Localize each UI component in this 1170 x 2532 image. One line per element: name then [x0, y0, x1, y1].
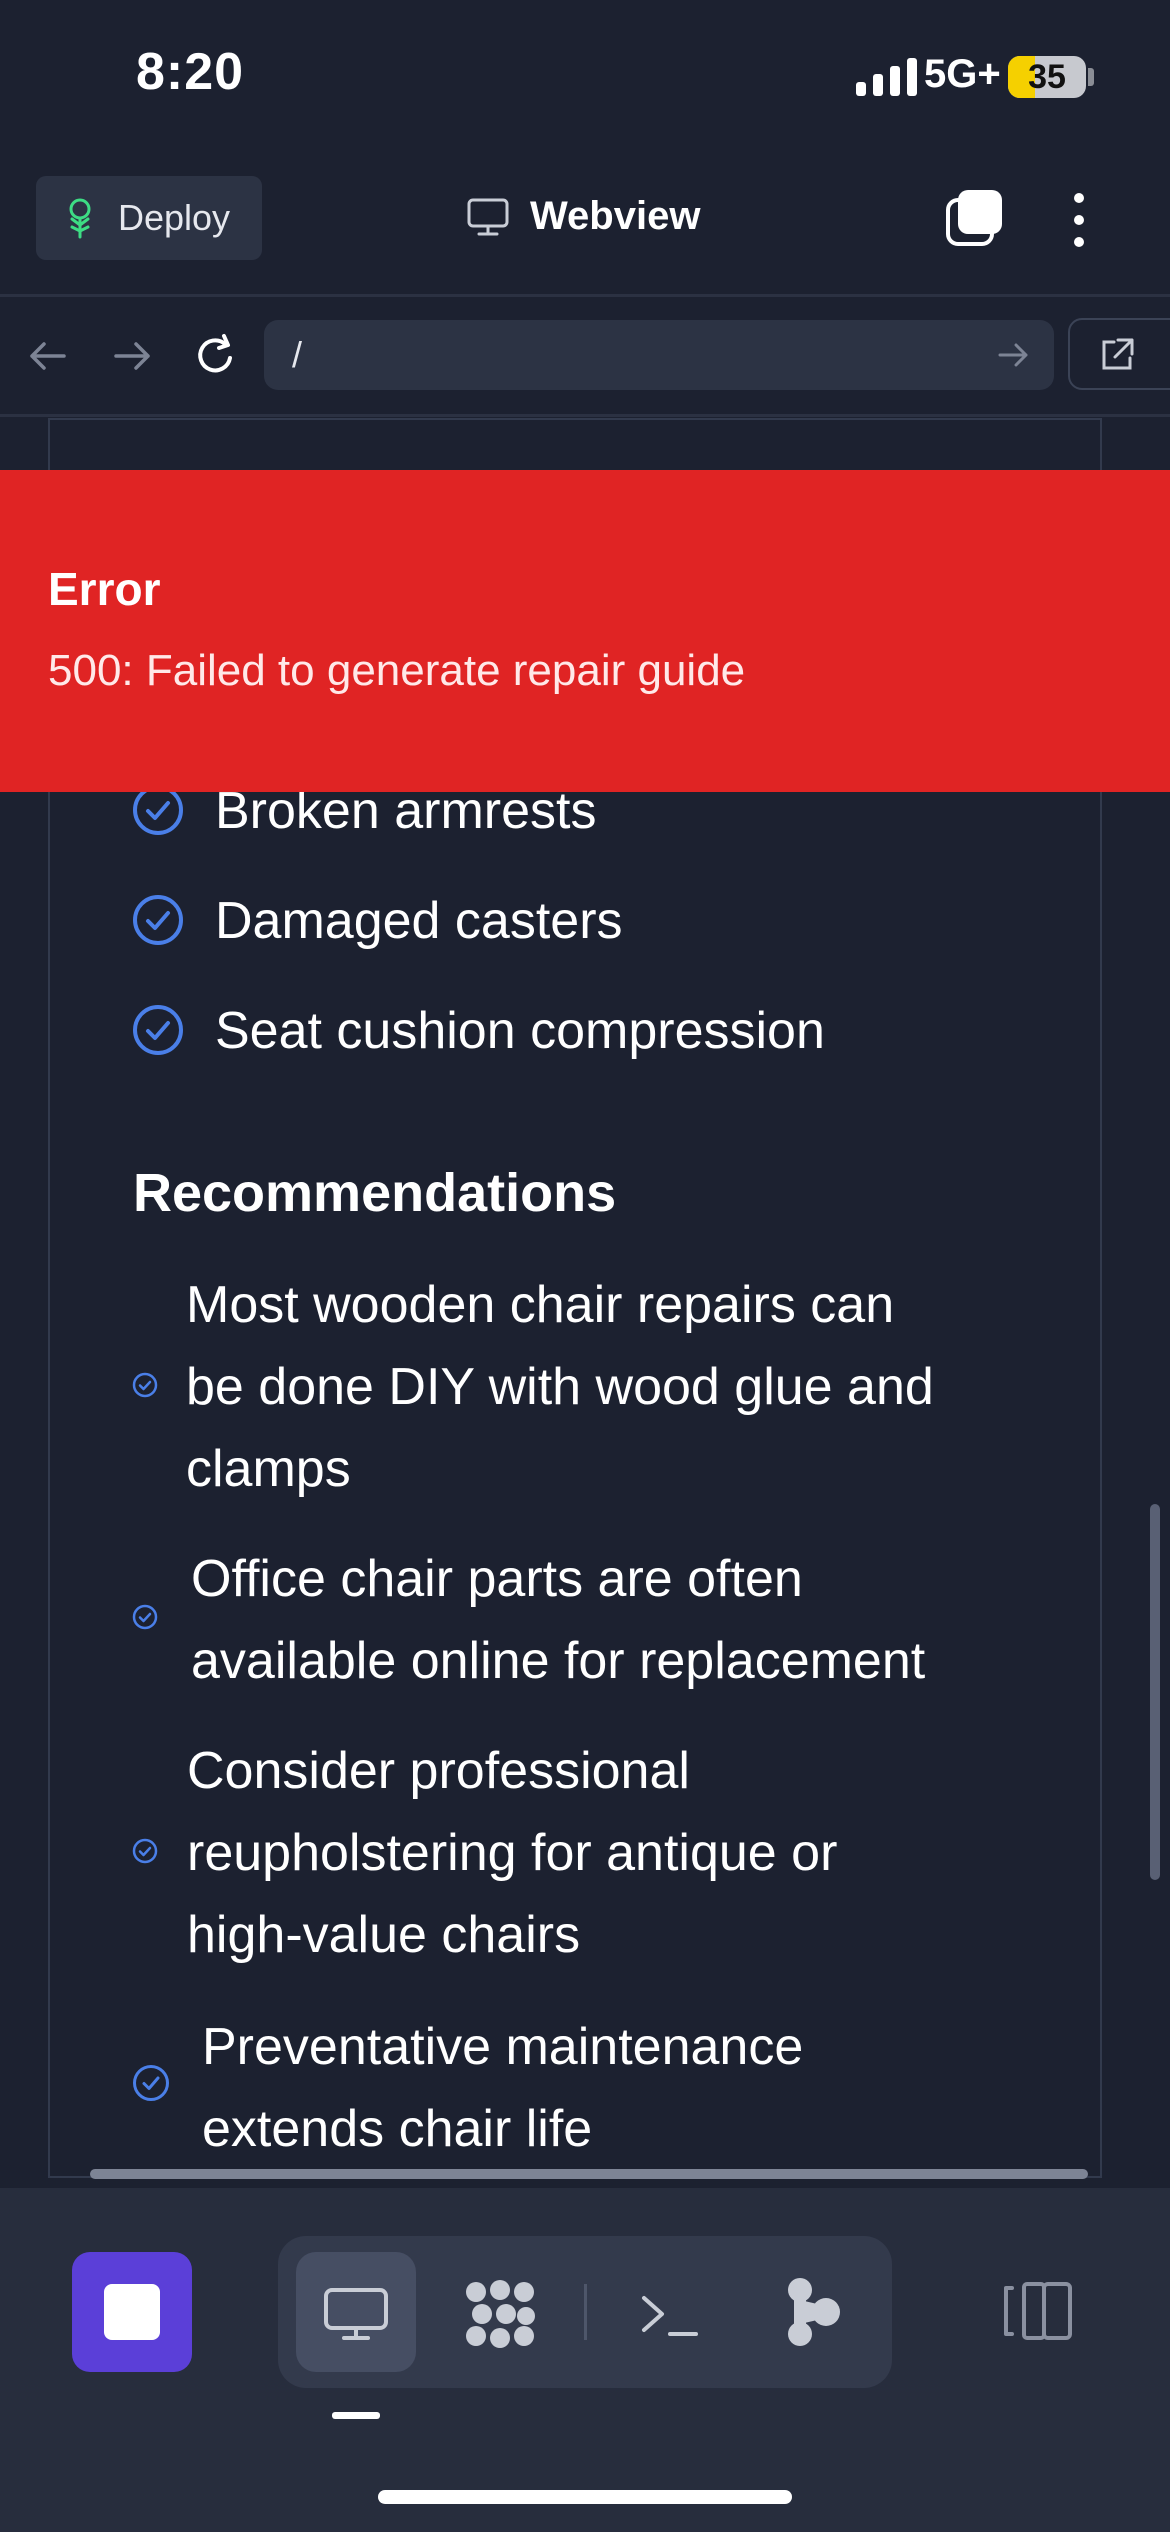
check-circle-icon	[132, 1838, 158, 1864]
split-view-icon[interactable]	[1000, 2278, 1076, 2344]
active-tab-indicator	[332, 2412, 380, 2419]
terminal-tab-icon[interactable]	[640, 2286, 700, 2342]
check-circle-icon	[132, 1604, 158, 1630]
signal-icon	[856, 58, 917, 96]
list-item: Consider professional reupholstering for…	[187, 1742, 838, 1964]
list-item: Damaged casters	[215, 892, 623, 950]
status-time: 8:20	[136, 43, 245, 101]
check-circle-icon	[133, 895, 183, 945]
list-item: Office chair parts are often available o…	[191, 1550, 926, 1690]
webview-title: Webview	[466, 194, 700, 239]
deploy-icon	[69, 198, 91, 239]
open-external-button[interactable]	[1068, 318, 1170, 390]
back-icon[interactable]	[24, 332, 72, 380]
list-item: Most wooden chair repairs can be done DI…	[186, 1276, 934, 1498]
more-icon[interactable]	[1064, 190, 1094, 250]
reload-icon[interactable]	[192, 332, 240, 380]
check-circle-icon	[132, 1372, 158, 1398]
error-message: 500: Failed to generate repair guide	[48, 646, 746, 695]
top-divider	[0, 294, 1170, 297]
battery-icon: 35	[1008, 56, 1086, 98]
page-title: Webview	[530, 194, 701, 238]
horizontal-scrollbar[interactable]	[90, 2169, 1088, 2179]
list-item: Seat cushion compression	[215, 1002, 825, 1060]
git-tab-icon[interactable]	[786, 2276, 842, 2348]
check-circle-icon	[133, 2065, 169, 2101]
network-label: 5G+	[924, 52, 1001, 96]
open-external-icon	[1102, 338, 1134, 370]
battery-cap	[1088, 68, 1094, 86]
tab-divider	[584, 2284, 587, 2340]
stop-icon	[104, 2284, 160, 2340]
url-divider	[0, 414, 1170, 417]
deploy-label: Deploy	[118, 197, 231, 238]
vertical-scrollbar[interactable]	[1150, 1504, 1160, 1880]
go-arrow-icon[interactable]	[996, 338, 1030, 372]
home-indicator[interactable]	[378, 2490, 792, 2504]
url-input[interactable]: /	[264, 320, 1054, 390]
deploy-button[interactable]: Deploy	[36, 176, 262, 260]
forward-icon[interactable]	[108, 332, 156, 380]
battery-level: 35	[1028, 58, 1066, 96]
error-toast[interactable]: Error 500: Failed to generate repair gui…	[0, 470, 1170, 792]
error-title: Error	[48, 563, 161, 615]
list-item: Preventative maintenance extends chair l…	[202, 2018, 804, 2158]
url-path: /	[292, 334, 303, 375]
recommendations-heading: Recommendations	[133, 1163, 617, 1223]
stop-button[interactable]	[72, 2252, 192, 2372]
check-circle-icon	[133, 1005, 183, 1055]
grid-tab-icon[interactable]	[462, 2278, 538, 2350]
webview-tab-icon	[324, 2288, 388, 2340]
monitor-icon	[467, 198, 509, 235]
tabs-icon[interactable]	[944, 188, 1004, 248]
